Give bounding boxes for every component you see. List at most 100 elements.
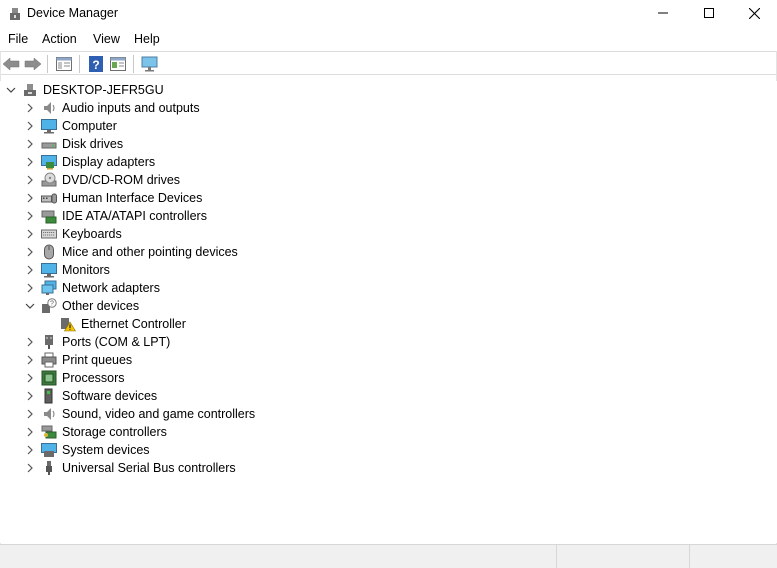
tree-category-mice[interactable]: Mice and other pointing devices <box>0 243 260 261</box>
usb-icon <box>41 460 57 476</box>
tree-category-system-devices[interactable]: System devices <box>0 441 260 459</box>
chevron-right-icon[interactable] <box>24 261 36 279</box>
printer-icon <box>41 352 57 368</box>
chevron-right-icon[interactable] <box>24 117 36 135</box>
tree-category-storage-controllers[interactable]: Storage controllers <box>0 423 260 441</box>
tree-root[interactable]: DESKTOP-JEFR5GU <box>0 81 200 99</box>
minimize-button[interactable] <box>640 0 686 26</box>
tree-item-label: Mice and other pointing devices <box>62 245 238 259</box>
toolbar-separator <box>133 55 134 73</box>
chevron-down-icon[interactable] <box>5 81 17 99</box>
close-button[interactable] <box>731 0 777 26</box>
menu-bar: File Action View Help <box>0 29 777 49</box>
tree-item-label: Monitors <box>62 263 110 277</box>
help-button[interactable]: ? <box>86 54 106 74</box>
tree-item-label: Storage controllers <box>62 425 167 439</box>
chevron-right-icon[interactable] <box>24 279 36 297</box>
tree-category-print-queues[interactable]: Print queues <box>0 351 260 369</box>
tree-item-label: Software devices <box>62 389 158 403</box>
tree-category-dvd-drives[interactable]: DVD/CD-ROM drives <box>0 171 260 189</box>
toolbar-separator <box>47 55 48 73</box>
chevron-right-icon[interactable] <box>24 153 36 171</box>
tree-item-label: Network adapters <box>62 281 160 295</box>
back-button[interactable] <box>1 54 21 74</box>
chevron-right-icon[interactable] <box>24 387 36 405</box>
status-bar <box>0 544 777 568</box>
tree-category-hid[interactable]: Human Interface Devices <box>0 189 260 207</box>
chevron-right-icon[interactable] <box>24 459 36 477</box>
show-hide-console-tree-button[interactable] <box>54 54 74 74</box>
forward-button[interactable] <box>23 54 43 74</box>
dvd-drive-icon <box>41 172 57 188</box>
title-bar: Device Manager <box>0 0 777 28</box>
maximize-icon <box>704 8 714 18</box>
tree-category-network-adapters[interactable]: Network adapters <box>0 279 260 297</box>
tree-item-label: Sound, video and game controllers <box>62 407 256 421</box>
minimize-icon <box>658 12 668 14</box>
tree-category-ide-controllers[interactable]: IDE ATA/ATAPI controllers <box>0 207 260 225</box>
tree-category-computer[interactable]: Computer <box>0 117 260 135</box>
unknown-device-icon: ? <box>41 298 57 314</box>
port-icon <box>41 334 57 350</box>
toolbar-separator <box>79 55 80 73</box>
chevron-down-icon[interactable] <box>24 297 36 315</box>
tree-device-ethernet-controller[interactable]: Ethernet Controller <box>0 315 260 333</box>
chevron-right-icon[interactable] <box>24 441 36 459</box>
menu-file[interactable]: File <box>8 32 28 46</box>
tree-category-keyboards[interactable]: Keyboards <box>0 225 260 243</box>
speaker-icon <box>41 406 57 422</box>
tree-item-label: Ethernet Controller <box>81 317 186 331</box>
tree-category-monitors[interactable]: Monitors <box>0 261 260 279</box>
tree-item-label: Other devices <box>62 299 140 313</box>
network-adapter-icon <box>41 280 57 296</box>
tree-category-audio[interactable]: Audio inputs and outputs <box>0 99 260 117</box>
menu-view[interactable]: View <box>93 32 120 46</box>
chevron-right-icon[interactable] <box>24 189 36 207</box>
monitor-icon <box>41 262 57 278</box>
tree-category-usb-controllers[interactable]: Universal Serial Bus controllers <box>0 459 280 477</box>
toolbar: ? <box>0 51 777 75</box>
device-tree: DESKTOP-JEFR5GU Audio inputs and outputs… <box>0 81 777 543</box>
software-device-icon <box>41 388 57 404</box>
disk-drive-icon <box>41 136 57 152</box>
speaker-icon <box>41 100 57 116</box>
chevron-right-icon[interactable] <box>24 333 36 351</box>
properties-pane-icon <box>110 57 126 71</box>
close-icon <box>748 7 760 19</box>
tree-category-ports[interactable]: Ports (COM & LPT) <box>0 333 260 351</box>
tree-item-label: Human Interface Devices <box>62 191 203 205</box>
chevron-right-icon[interactable] <box>24 207 36 225</box>
storage-controller-icon <box>41 424 57 440</box>
tree-category-processors[interactable]: Processors <box>0 369 260 387</box>
tree-item-label: DVD/CD-ROM drives <box>62 173 181 187</box>
chevron-right-icon[interactable] <box>24 405 36 423</box>
chevron-right-icon[interactable] <box>24 351 36 369</box>
show-hide-console-tree-icon <box>56 57 72 71</box>
chevron-right-icon[interactable] <box>24 423 36 441</box>
chevron-right-icon[interactable] <box>24 225 36 243</box>
chevron-right-icon[interactable] <box>24 171 36 189</box>
scan-hardware-button[interactable] <box>140 54 160 74</box>
chevron-right-icon[interactable] <box>24 369 36 387</box>
menu-help[interactable]: Help <box>134 32 160 46</box>
chevron-right-icon[interactable] <box>24 243 36 261</box>
tree-category-display-adapters[interactable]: Display adapters <box>0 153 260 171</box>
svg-text:?: ? <box>50 301 54 308</box>
chevron-right-icon[interactable] <box>24 135 36 153</box>
mouse-icon <box>41 244 57 260</box>
tree-category-sound-video-game[interactable]: Sound, video and game controllers <box>0 405 300 423</box>
tree-category-other-devices[interactable]: ? Other devices <box>0 297 260 315</box>
computer-node-icon <box>22 82 38 98</box>
properties-pane-button[interactable] <box>108 54 128 74</box>
tree-category-software-devices[interactable]: Software devices <box>0 387 260 405</box>
menu-action[interactable]: Action <box>42 32 77 46</box>
tree-category-disk-drives[interactable]: Disk drives <box>0 135 260 153</box>
window-title: Device Manager <box>27 6 119 20</box>
help-icon: ? <box>89 56 103 72</box>
chevron-right-icon[interactable] <box>24 99 36 117</box>
maximize-button[interactable] <box>686 0 732 26</box>
tree-item-label: Universal Serial Bus controllers <box>62 461 236 475</box>
tree-item-label: Processors <box>62 371 125 385</box>
scan-hardware-icon <box>141 56 158 72</box>
back-arrow-icon <box>2 57 20 71</box>
